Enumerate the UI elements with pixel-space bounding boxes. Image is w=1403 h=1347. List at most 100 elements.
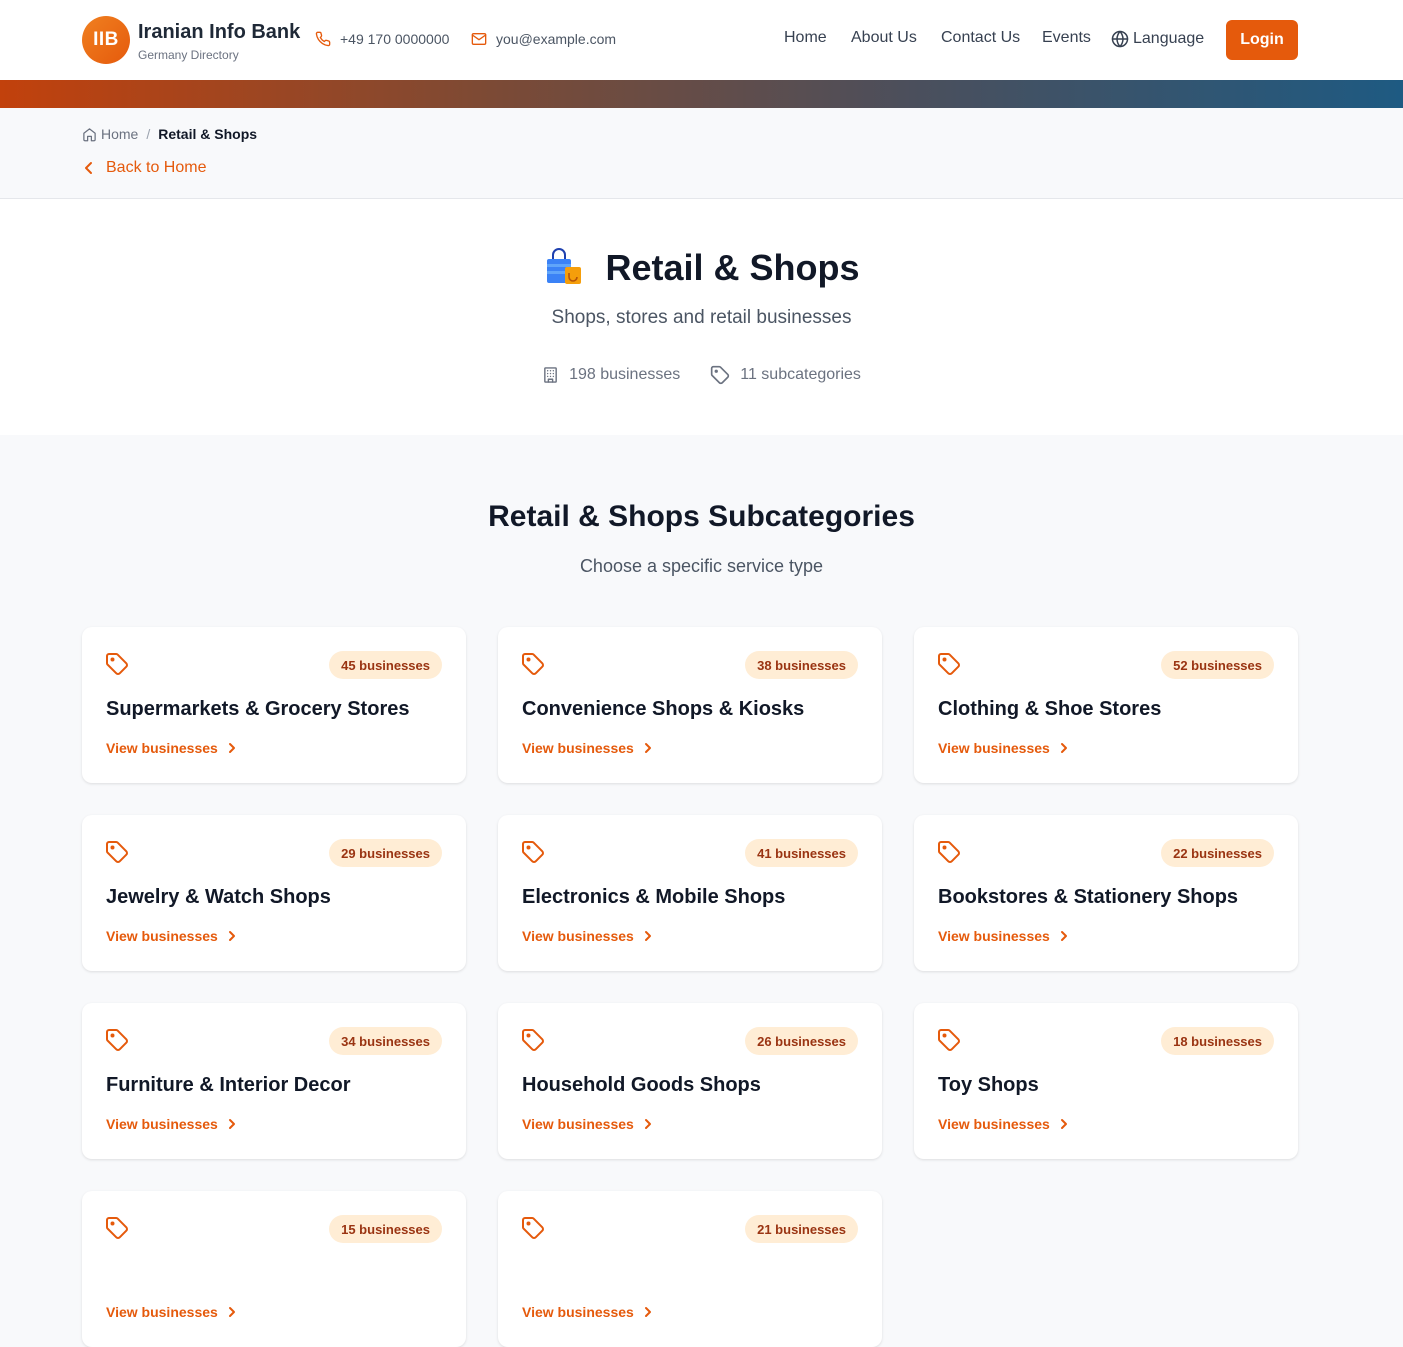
view-businesses-label: View businesses	[106, 928, 218, 944]
subcategory-title: Bookstores & Stationery Shops	[938, 886, 1239, 908]
chevron-right-icon	[228, 1307, 235, 1317]
subcategory-card[interactable]: 41 businesses Electronics & Mobile Shops V…	[498, 815, 882, 971]
subcategory-title: Furniture & Interior Decor	[106, 1074, 351, 1096]
phone-text: +49 170 0000000	[340, 31, 450, 47]
business-count-badge: 38 businesses	[745, 651, 858, 679]
nav-contact[interactable]: Contact Us	[941, 29, 1020, 47]
subcategory-card[interactable]: 21 businesses View businesses	[498, 1191, 882, 1347]
breadcrumb-area: Home / Retail & Shops Back to Home	[0, 108, 1403, 199]
tag-icon	[521, 652, 545, 681]
subcategory-card[interactable]: 52 businesses Clothing & Shoe Stores View …	[914, 627, 1298, 783]
breadcrumb-home[interactable]: Home	[82, 126, 138, 142]
business-count-badge: 29 businesses	[329, 839, 442, 867]
tag-icon	[711, 365, 730, 385]
tag-icon	[521, 840, 545, 869]
subcategory-card[interactable]: 29 businesses Jewelry & Watch Shops View b…	[82, 815, 466, 971]
subcategory-title: Clothing & Shoe Stores	[938, 698, 1162, 720]
back-link-label: Back to Home	[106, 159, 207, 176]
view-businesses-link[interactable]: View businesses	[522, 1304, 652, 1320]
subcategory-card[interactable]: 18 businesses Toy Shops View businesses	[914, 1003, 1298, 1159]
tag-icon	[521, 1216, 545, 1245]
subcategory-title: Electronics & Mobile Shops	[522, 886, 786, 908]
mail-icon	[471, 33, 487, 45]
view-businesses-label: View businesses	[106, 740, 218, 756]
page-title: Retail & Shops	[0, 247, 1403, 289]
back-to-home-link[interactable]: Back to Home	[84, 159, 206, 177]
tag-icon	[937, 652, 961, 681]
chevron-right-icon	[644, 743, 651, 753]
subcategory-card[interactable]: 26 businesses Household Goods Shops View b…	[498, 1003, 882, 1159]
business-count-badge: 45 businesses	[329, 651, 442, 679]
subcategory-title: Jewelry & Watch Shops	[106, 886, 331, 908]
subcategory-title: Household Goods Shops	[522, 1074, 761, 1096]
brand-subtitle: Germany Directory	[138, 48, 239, 62]
subcategory-card[interactable]: 15 businesses View businesses	[82, 1191, 466, 1347]
category-hero: Retail & Shops Shops, stores and retail …	[0, 199, 1403, 435]
view-businesses-link[interactable]: View businesses	[522, 740, 652, 756]
tag-icon	[105, 652, 129, 681]
category-stats: 198 businesses 11 subcategories	[0, 365, 1403, 385]
business-count-badge: 41 businesses	[745, 839, 858, 867]
subcategories-description: Choose a specific service type	[579, 556, 824, 576]
chevron-right-icon	[644, 1307, 651, 1317]
shopping-bag-icon	[547, 248, 582, 284]
view-businesses-label: View businesses	[938, 928, 1050, 944]
building-icon	[544, 367, 557, 383]
subcategories-heading: Retail & Shops Subcategories	[488, 500, 915, 533]
view-businesses-label: View businesses	[522, 1116, 634, 1132]
view-businesses-label: View businesses	[938, 1116, 1050, 1132]
chevron-left-icon	[85, 162, 92, 174]
businesses-count: 198 businesses	[569, 366, 681, 383]
view-businesses-label: View businesses	[522, 740, 634, 756]
view-businesses-label: View businesses	[106, 1116, 218, 1132]
subcategories-stat: 11 subcategories	[710, 365, 861, 385]
logo[interactable]: IIB	[82, 16, 130, 64]
view-businesses-link[interactable]: View businesses	[106, 1116, 236, 1132]
view-businesses-link[interactable]: View businesses	[938, 1116, 1068, 1132]
login-button[interactable]: Login	[1226, 20, 1298, 60]
subcategory-card[interactable]: 22 businesses Bookstores & Stationery Sho…	[914, 815, 1298, 971]
view-businesses-link[interactable]: View businesses	[522, 928, 652, 944]
view-businesses-link[interactable]: View businesses	[522, 1116, 652, 1132]
chevron-right-icon	[644, 931, 651, 941]
business-count-badge: 52 businesses	[1161, 651, 1274, 679]
nav-about[interactable]: About Us	[851, 29, 917, 47]
chevron-right-icon	[644, 1119, 651, 1129]
view-businesses-label: View businesses	[938, 740, 1050, 756]
subcategory-card[interactable]: 45 businesses Supermarkets & Grocery Stor…	[82, 627, 466, 783]
breadcrumb-separator: /	[146, 126, 151, 142]
view-businesses-link[interactable]: View businesses	[106, 1304, 236, 1320]
business-count-badge: 21 businesses	[745, 1215, 858, 1243]
subcategory-title: Convenience Shops & Kiosks	[522, 698, 805, 720]
chevron-right-icon	[1060, 1119, 1067, 1129]
phone-icon	[315, 31, 331, 47]
category-description: Shops, stores and retail businesses	[551, 307, 852, 328]
nav-home[interactable]: Home	[784, 29, 827, 47]
view-businesses-link[interactable]: View businesses	[938, 928, 1068, 944]
tag-icon	[521, 1028, 545, 1057]
phone-contact[interactable]: +49 170 0000000	[315, 31, 449, 47]
view-businesses-label: View businesses	[106, 1304, 218, 1320]
tag-icon	[937, 840, 961, 869]
chevron-right-icon	[228, 1119, 235, 1129]
header-gradient-bar	[0, 80, 1403, 108]
page-title-text: Retail & Shops	[605, 247, 860, 288]
business-count-badge: 15 businesses	[329, 1215, 442, 1243]
breadcrumb-home-label: Home	[101, 126, 139, 142]
view-businesses-label: View businesses	[522, 1304, 634, 1320]
brand-name[interactable]: Iranian Info Bank	[138, 21, 300, 44]
email-contact[interactable]: you@example.com	[471, 31, 616, 47]
nav-events[interactable]: Events	[1042, 29, 1091, 47]
subcategory-title: Toy Shops	[938, 1074, 1039, 1096]
breadcrumb-current: Retail & Shops	[158, 126, 258, 142]
view-businesses-link[interactable]: View businesses	[106, 740, 236, 756]
business-count-badge: 18 businesses	[1161, 1027, 1274, 1055]
view-businesses-link[interactable]: View businesses	[106, 928, 236, 944]
tag-icon	[937, 1028, 961, 1057]
subcategory-card[interactable]: 38 businesses Convenience Shops & Kiosks V…	[498, 627, 882, 783]
businesses-stat: 198 businesses	[542, 365, 680, 385]
view-businesses-link[interactable]: View businesses	[938, 740, 1068, 756]
tag-icon	[105, 840, 129, 869]
subcategory-card[interactable]: 34 businesses Furniture & Interior Decor V…	[82, 1003, 466, 1159]
language-selector[interactable]: Language	[1111, 30, 1204, 48]
